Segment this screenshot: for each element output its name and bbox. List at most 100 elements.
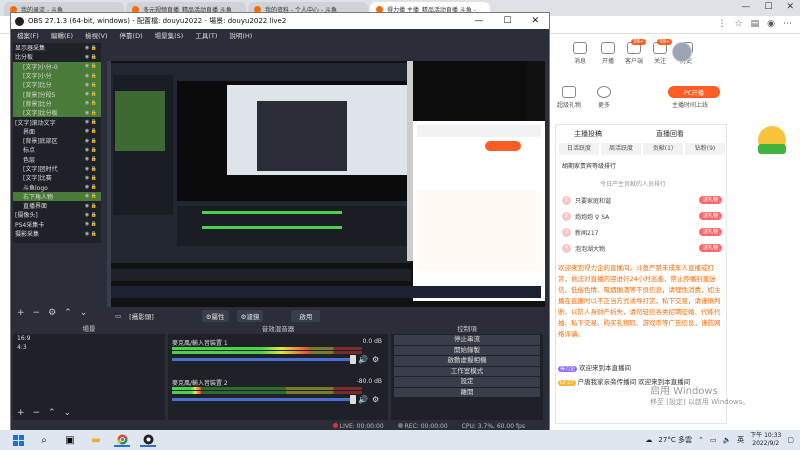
rank-tab-contribution[interactable]: 贡献(1): [643, 143, 683, 155]
properties-button[interactable]: ⚙屬性: [201, 310, 229, 322]
speaker-icon[interactable]: 🔊: [358, 355, 368, 364]
nav-messages[interactable]: 消息: [568, 42, 592, 65]
obs-taskbar-icon[interactable]: [140, 433, 156, 447]
maximize-icon[interactable]: ☐: [764, 2, 772, 12]
visibility-lock-icon[interactable]: ◉ 🔒: [85, 175, 97, 181]
gear-icon[interactable]: ⚙: [372, 355, 379, 364]
profile-icon[interactable]: ◉: [767, 19, 775, 29]
event-mascot-icon[interactable]: [752, 122, 792, 162]
remove-icon[interactable]: −: [33, 408, 41, 418]
remove-icon[interactable]: −: [33, 308, 41, 322]
tab-streamer-posts[interactable]: 主播投稿: [574, 129, 602, 139]
weather-text[interactable]: 27°C 多雲: [658, 435, 692, 445]
source-item[interactable]: [文字]滚动文字 ◉ 🔒: [13, 117, 101, 127]
move-down-icon[interactable]: ⌄: [64, 408, 72, 418]
maximize-icon[interactable]: ☐: [503, 16, 511, 26]
visibility-lock-icon[interactable]: ◉ 🔒: [85, 110, 97, 116]
move-down-icon[interactable]: ⌄: [80, 308, 88, 322]
notification-icon[interactable]: ▢: [787, 436, 794, 444]
source-item[interactable]: [文字]比分板 ◉ 🔒: [13, 108, 101, 118]
source-item[interactable]: [文字]小分 ◉ 🔒: [13, 70, 101, 81]
source-item[interactable]: 界面 ◉ 🔒: [13, 127, 101, 136]
visibility-lock-icon[interactable]: ◉ 🔒: [85, 82, 97, 88]
gear-icon[interactable]: ⚙: [372, 395, 379, 404]
minimize-icon[interactable]: —: [741, 2, 750, 12]
source-item[interactable]: 直播界面 ◉ 🔒: [13, 201, 101, 211]
add-icon[interactable]: +: [17, 308, 25, 322]
more-menu[interactable]: 更多: [592, 86, 616, 109]
source-item[interactable]: 摄影采集 ◉ 🔒: [13, 229, 101, 239]
source-item[interactable]: [背景]底部区 ◉ 🔒: [13, 136, 101, 146]
source-item[interactable]: [文字]团时代 ◉ 🔒: [13, 164, 101, 174]
nav-follow[interactable]: 99+ 关注: [648, 39, 672, 65]
close-icon[interactable]: ✕: [786, 2, 794, 12]
extensions-icon[interactable]: ⋮: [718, 19, 727, 29]
visibility-lock-icon[interactable]: ◉ 🔒: [85, 91, 97, 97]
visibility-lock-icon[interactable]: ◉ 🔒: [85, 203, 97, 209]
visibility-lock-icon[interactable]: ◉ 🔒: [85, 231, 97, 237]
visibility-lock-icon[interactable]: ◉ 🔒: [85, 193, 97, 199]
source-item[interactable]: 标点 ◉ 🔒: [13, 145, 101, 155]
slider-handle[interactable]: [350, 355, 356, 364]
rank-tab-diamond[interactable]: 钻粉(9): [685, 143, 725, 155]
bookmark-star-icon[interactable]: ☆: [735, 19, 743, 29]
visibility-lock-icon[interactable]: ◉ 🔒: [85, 63, 97, 69]
move-up-icon[interactable]: ⌃: [48, 408, 56, 418]
menu-tools[interactable]: 工具(T): [195, 30, 217, 40]
search-icon[interactable]: ⌕: [36, 433, 52, 447]
file-explorer-icon[interactable]: ▬: [88, 433, 104, 447]
gear-icon[interactable]: ⚙: [48, 308, 56, 322]
add-icon[interactable]: +: [17, 408, 25, 418]
source-item[interactable]: [文字]小分-0 ◉ 🔒: [13, 61, 101, 71]
activate-button[interactable]: 啟用: [291, 310, 321, 322]
source-item[interactable]: [背景]比分 ◉ 🔒: [13, 98, 101, 109]
pc-start-live-button[interactable]: PC开播: [668, 86, 720, 98]
visibility-lock-icon[interactable]: ◉ 🔒: [85, 73, 97, 79]
visibility-lock-icon[interactable]: ◉ 🔒: [85, 184, 97, 190]
studio-mode-button[interactable]: 工作室模式: [394, 366, 540, 376]
nav-client[interactable]: 99+ 客户端: [622, 39, 646, 65]
visibility-lock-icon[interactable]: ◉ 🔒: [85, 100, 97, 106]
slider-handle[interactable]: [350, 395, 356, 404]
menu-help[interactable]: 說明(H): [229, 30, 252, 40]
reader-icon[interactable]: ▤: [751, 19, 760, 29]
source-item[interactable]: 右下角人物 ◉ 🔒: [13, 191, 101, 202]
visibility-lock-icon[interactable]: ◉ 🔒: [85, 45, 97, 51]
visibility-lock-icon[interactable]: ◉ 🔒: [85, 54, 97, 60]
source-item[interactable]: [背景]分段5 ◉ 🔒: [13, 89, 101, 99]
send-gift-button[interactable]: 送礼物: [698, 212, 722, 220]
menu-scene-collection[interactable]: 場景集(S): [155, 30, 184, 40]
nav-start-live[interactable]: 开播: [596, 42, 620, 65]
rank-tab-weekly[interactable]: 周活跃度: [601, 143, 641, 155]
visibility-lock-icon[interactable]: ◉ 🔒: [85, 119, 97, 125]
move-up-icon[interactable]: ⌃: [64, 308, 72, 322]
visibility-lock-icon[interactable]: ◉ 🔒: [85, 166, 97, 172]
minimize-icon[interactable]: —: [474, 16, 483, 26]
input-language[interactable]: 英: [737, 435, 744, 445]
settings-button[interactable]: 設定: [394, 377, 540, 387]
source-item[interactable]: 色层 ◉ 🔒: [13, 155, 101, 164]
visibility-lock-icon[interactable]: ◉ 🔒: [85, 221, 97, 227]
visibility-lock-icon[interactable]: ◉ 🔒: [85, 138, 97, 144]
menu-view[interactable]: 檢視(V): [85, 30, 108, 40]
start-recording-button[interactable]: 開始錄製: [394, 345, 540, 355]
send-gift-button[interactable]: 送礼物: [698, 228, 722, 236]
close-icon[interactable]: ✕: [531, 16, 539, 26]
menu-icon[interactable]: ⋯: [783, 19, 792, 29]
send-gift-button[interactable]: 送礼物: [698, 196, 722, 204]
volume-icon[interactable]: 🔈: [722, 436, 731, 444]
filters-button[interactable]: ⚙濾鏡: [236, 310, 264, 322]
menu-docks[interactable]: 停靠(D): [120, 30, 143, 40]
visibility-lock-icon[interactable]: ◉ 🔒: [85, 128, 97, 134]
source-item[interactable]: 斗鱼logo ◉ 🔒: [13, 182, 101, 192]
rank-tab-daily[interactable]: 日活跃度: [559, 143, 599, 155]
speaker-icon[interactable]: 🔊: [358, 395, 368, 404]
tray-overflow-icon[interactable]: ⌃: [698, 436, 704, 444]
visibility-lock-icon[interactable]: ◉ 🔒: [85, 212, 97, 218]
tab-replay[interactable]: 直播回看: [656, 129, 684, 139]
source-item[interactable]: [文字]比赛 ◉ 🔒: [13, 173, 101, 183]
start-virtual-camera-button[interactable]: 啟動虛擬相機: [394, 356, 540, 366]
source-item[interactable]: [摄像头] ◉ 🔒: [13, 210, 101, 220]
program-preview[interactable]: [107, 61, 545, 307]
network-icon[interactable]: ▭: [710, 436, 717, 444]
